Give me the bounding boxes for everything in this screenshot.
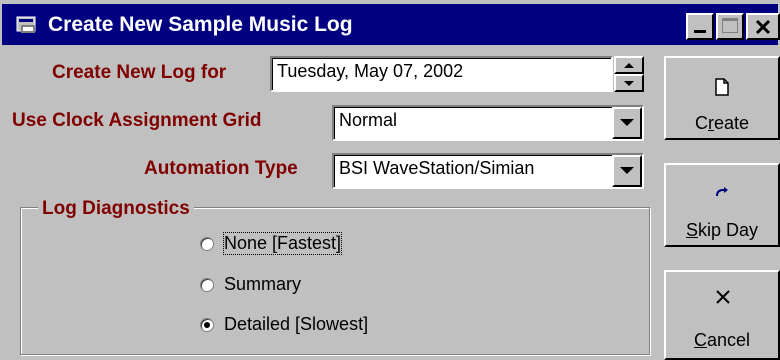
radio-summary[interactable] bbox=[200, 278, 214, 292]
minimize-button[interactable] bbox=[686, 13, 714, 40]
spin-up-icon bbox=[624, 63, 634, 68]
automation-type-label: Automation Type bbox=[144, 158, 298, 179]
chevron-down-icon bbox=[620, 119, 634, 126]
radio-none-label[interactable]: None [Fastest] bbox=[222, 232, 343, 255]
radio-selected-dot bbox=[204, 322, 210, 328]
maximize-button[interactable] bbox=[716, 13, 744, 40]
close-button[interactable] bbox=[746, 13, 780, 40]
dialog-window: Create New Sample Music Log Create New L… bbox=[0, 0, 780, 360]
redo-arrow-icon bbox=[716, 187, 728, 197]
title-bar[interactable]: Create New Sample Music Log bbox=[2, 4, 780, 45]
chevron-down-icon bbox=[620, 167, 634, 174]
spin-up-button[interactable] bbox=[614, 56, 644, 74]
log-date-label: Create New Log for bbox=[52, 62, 227, 83]
log-diagnostics-title: Log Diagnostics bbox=[38, 198, 194, 220]
automation-dropdown-button[interactable] bbox=[612, 155, 642, 187]
window-title: Create New Sample Music Log bbox=[48, 13, 353, 36]
spin-down-icon bbox=[624, 81, 634, 86]
cancel-button[interactable]: Cancel bbox=[664, 270, 780, 360]
skip-day-button[interactable]: Skip Day bbox=[664, 163, 780, 247]
log-date-field[interactable]: Tuesday, May 07, 2002 bbox=[270, 56, 613, 92]
create-button[interactable]: Create bbox=[664, 56, 780, 140]
clock-grid-dropdown-button[interactable] bbox=[612, 107, 642, 139]
cancel-button-label: Cancel bbox=[693, 330, 751, 350]
minimize-icon bbox=[694, 30, 706, 33]
maximize-icon bbox=[722, 18, 738, 33]
radio-detailed[interactable] bbox=[200, 318, 214, 332]
automation-type-select[interactable]: BSI WaveStation/Simian bbox=[332, 153, 644, 189]
close-icon bbox=[755, 19, 771, 35]
window-app-icon bbox=[16, 16, 36, 33]
radio-detailed-label[interactable]: Detailed [Slowest] bbox=[224, 314, 368, 335]
create-button-label: Create bbox=[694, 113, 750, 133]
skip-day-button-label: Skip Day bbox=[685, 220, 759, 240]
date-spinner[interactable] bbox=[614, 56, 644, 92]
radio-summary-label[interactable]: Summary bbox=[224, 274, 301, 295]
clock-grid-select[interactable]: Normal bbox=[332, 105, 644, 141]
clock-grid-label: Use Clock Assignment Grid bbox=[12, 110, 262, 131]
spin-down-button[interactable] bbox=[614, 74, 644, 92]
x-icon bbox=[716, 290, 730, 304]
radio-none[interactable] bbox=[200, 237, 214, 251]
document-icon bbox=[715, 78, 729, 96]
